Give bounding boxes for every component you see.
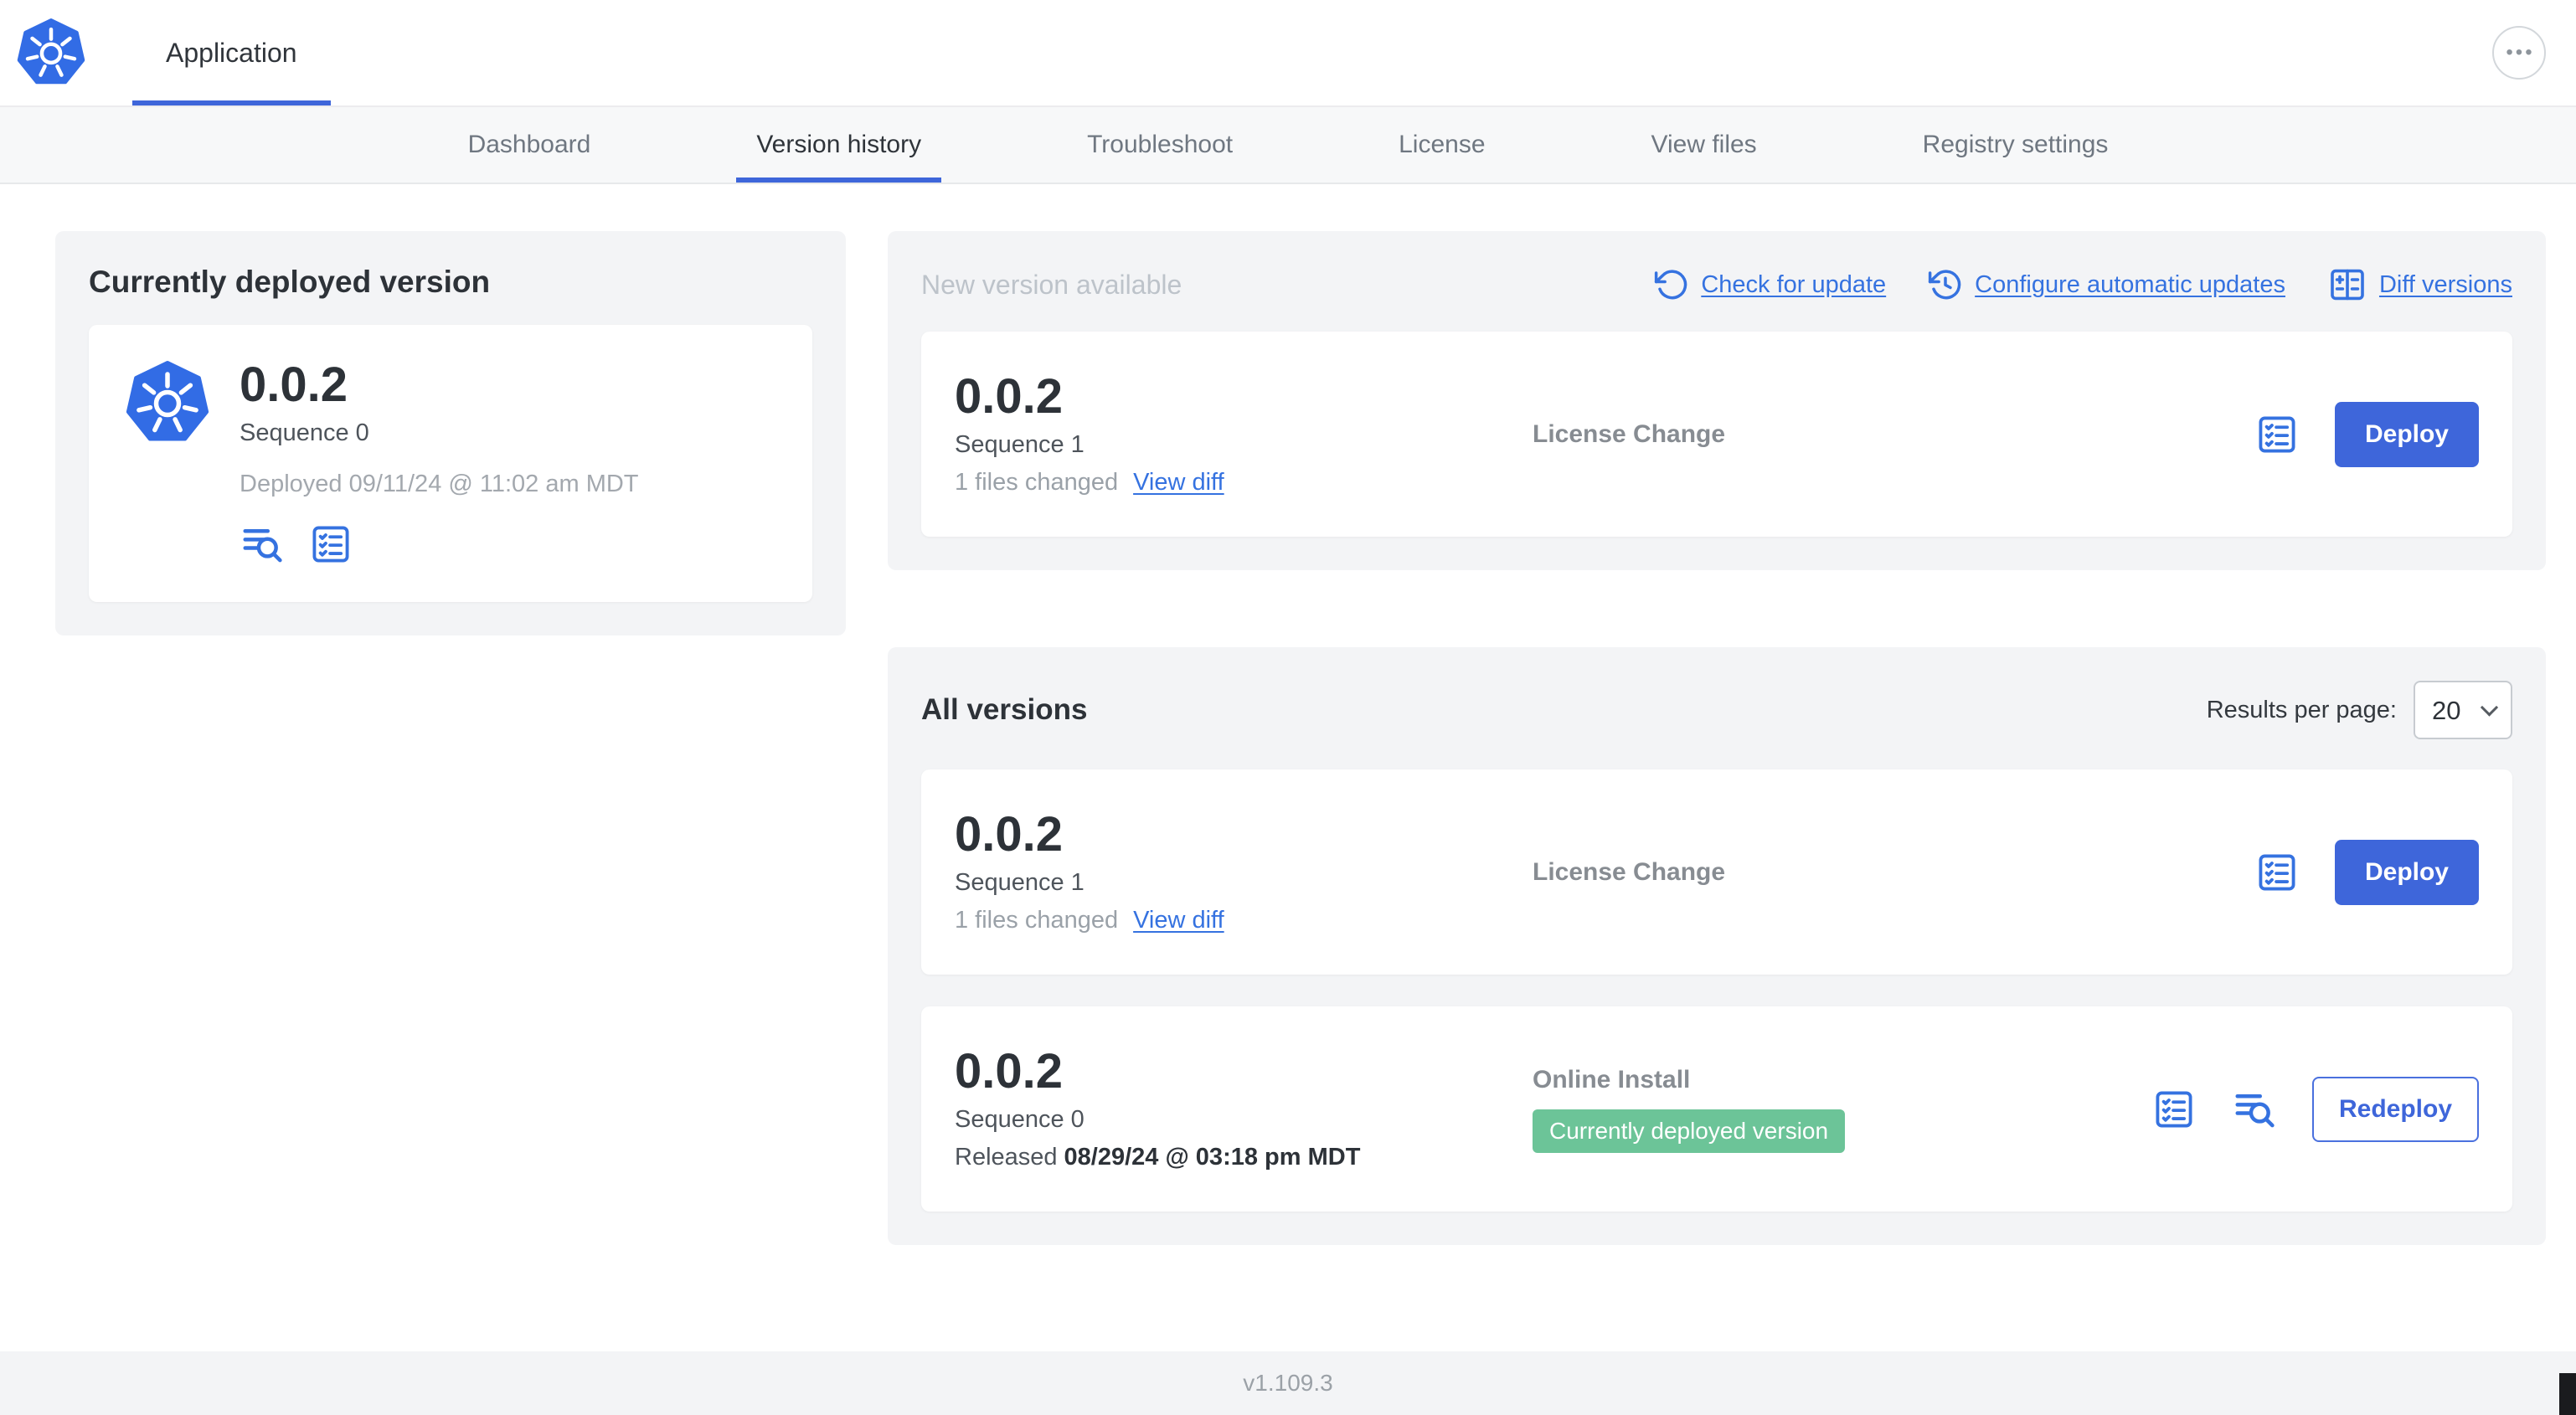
version-number: 0.0.2 [955,1044,1063,1099]
check-for-update-label: Check for update [1701,270,1887,298]
kubernetes-logo-icon [17,18,85,85]
files-changed-label: 1 files changed [955,469,1119,497]
sequence-label: Sequence 1 [955,431,1084,459]
release-notes-icon [2156,1091,2192,1128]
deployed-title: Currently deployed version [89,265,491,299]
scrollbar-artifact [2559,1373,2576,1415]
app-header: Application ••• [0,0,2576,107]
release-notes-icon [312,526,349,563]
tab-dashboard[interactable]: Dashboard [448,107,611,183]
deployed-sequence: Sequence 0 [240,419,369,447]
version-number: 0.0.2 [955,369,1063,424]
refresh-icon [1655,270,1687,300]
deployed-icon-actions [240,522,639,567]
version-info: 0.0.2 Sequence 1 1 files changed View di… [955,372,1499,497]
release-notes-icon-button[interactable] [2151,1087,2197,1132]
logs-icon-button[interactable] [2232,1087,2277,1132]
version-info: 0.0.2 Sequence 0 Released 08/29/24 @ 03:1… [955,1047,1499,1171]
deployed-version-number: 0.0.2 [240,358,348,412]
release-notes-icon [2259,416,2295,453]
released-label: Released [955,1144,1058,1171]
release-notes-column: License Change [1533,858,2221,887]
kubernetes-icon [126,360,209,445]
row-actions: Deploy [2254,839,2479,905]
release-notes-icon-button[interactable] [2254,850,2300,895]
released-line: Released 08/29/24 @ 03:18 pm MDT [955,1144,1499,1171]
row-actions: Redeploy [2151,1076,2479,1142]
more-menu-button[interactable]: ••• [2492,26,2546,80]
logs-icon-button[interactable] [240,522,285,567]
kubernetes-logo [17,0,94,105]
results-per-page-select[interactable]: 20 [2414,681,2512,740]
new-version-title: New version available [921,269,1182,300]
new-version-row: 0.0.2 Sequence 1 1 files changed View di… [921,332,2512,538]
deployed-version-info: 0.0.2 Sequence 0 Deployed 09/11/24 @ 11:… [240,360,639,567]
sequence-label: Sequence 1 [955,869,1084,897]
all-versions-title: All versions [921,693,1088,727]
version-row-sequence-0: 0.0.2 Sequence 0 Released 08/29/24 @ 03:1… [921,1006,2512,1212]
right-column: New version available Check for update C… [888,231,2546,1246]
deployed-timestamp: Deployed 09/11/24 @ 11:02 am MDT [240,471,639,498]
main-content: Currently deployed version 0.0.2 Sequenc… [0,184,2576,1279]
tab-registry-settings[interactable]: Registry settings [1903,107,2129,183]
release-notes-icon [2259,854,2295,891]
tab-license[interactable]: License [1378,107,1505,183]
diff-versions-link[interactable]: Diff versions [2327,265,2512,305]
release-notes-text: Online Install [1533,1065,1691,1093]
released-date: 08/29/24 @ 03:18 pm MDT [1064,1144,1361,1171]
diff-versions-label: Diff versions [2378,270,2512,298]
release-notes-text: License Change [1533,857,1726,886]
ellipsis-icon: ••• [2506,41,2535,64]
release-notes-column: License Change [1533,420,2221,449]
results-per-page: Results per page: 20 [2206,681,2512,740]
kubernetes-icon-svg [126,361,209,441]
results-per-page-select-wrap: 20 [2414,681,2512,740]
kots-version-label: v1.109.3 [1243,1370,1333,1396]
configure-auto-updates-label: Configure automatic updates [1975,270,2285,298]
row-actions: Deploy [2254,401,2479,467]
version-info: 0.0.2 Sequence 1 1 files changed View di… [955,810,1499,934]
tab-troubleshoot[interactable]: Troubleshoot [1067,107,1253,183]
release-notes-column: Online Install Currently deployed versio… [1533,1066,2118,1153]
release-notes-icon-button[interactable] [2254,412,2300,457]
release-notes-text: License Change [1533,419,1726,448]
auto-update-icon [1929,270,1961,300]
tab-version-history[interactable]: Version history [736,107,942,183]
release-notes-icon-button[interactable] [308,522,353,567]
configure-auto-updates-link[interactable]: Configure automatic updates [1928,267,2285,302]
logs-icon [2235,1093,2275,1128]
files-changed-line: 1 files changed View diff [955,907,1499,934]
logs-icon [243,529,282,563]
new-version-card: New version available Check for update C… [888,231,2546,571]
view-diff-link[interactable]: View diff [1133,907,1224,934]
currently-deployed-card: Currently deployed version 0.0.2 Sequenc… [55,231,846,636]
deploy-button[interactable]: Deploy [2334,839,2479,905]
secondary-nav: Dashboard Version history Troubleshoot L… [0,107,2576,184]
view-diff-link[interactable]: View diff [1133,469,1224,497]
all-versions-card: All versions Results per page: 20 0.0.2 … [888,647,2546,1246]
app-footer: v1.109.3 [0,1351,2576,1415]
files-changed-label: 1 files changed [955,907,1119,934]
all-versions-header: All versions Results per page: 20 [921,681,2512,740]
version-header-actions: Check for update Configure automatic upd… [1654,265,2512,305]
tab-application[interactable]: Application [132,0,331,105]
results-per-page-label: Results per page: [2206,696,2397,723]
currently-deployed-badge: Currently deployed version [1533,1109,1846,1153]
redeploy-button[interactable]: Redeploy [2311,1076,2479,1142]
tab-view-files[interactable]: View files [1631,107,1777,183]
diff-icon [2331,269,2364,301]
kots-admin-page: Application ••• Dashboard Version histor… [0,0,2576,1415]
deployed-version-card: 0.0.2 Sequence 0 Deployed 09/11/24 @ 11:… [89,325,812,603]
deploy-button[interactable]: Deploy [2334,401,2479,467]
check-for-update-link[interactable]: Check for update [1654,267,1886,302]
sequence-label: Sequence 0 [955,1106,1084,1134]
version-number: 0.0.2 [955,807,1063,862]
app-tab-label: Application [166,37,297,68]
new-version-header: New version available Check for update C… [921,265,2512,305]
files-changed-line: 1 files changed View diff [955,469,1499,497]
version-row-sequence-1: 0.0.2 Sequence 1 1 files changed View di… [921,769,2512,975]
